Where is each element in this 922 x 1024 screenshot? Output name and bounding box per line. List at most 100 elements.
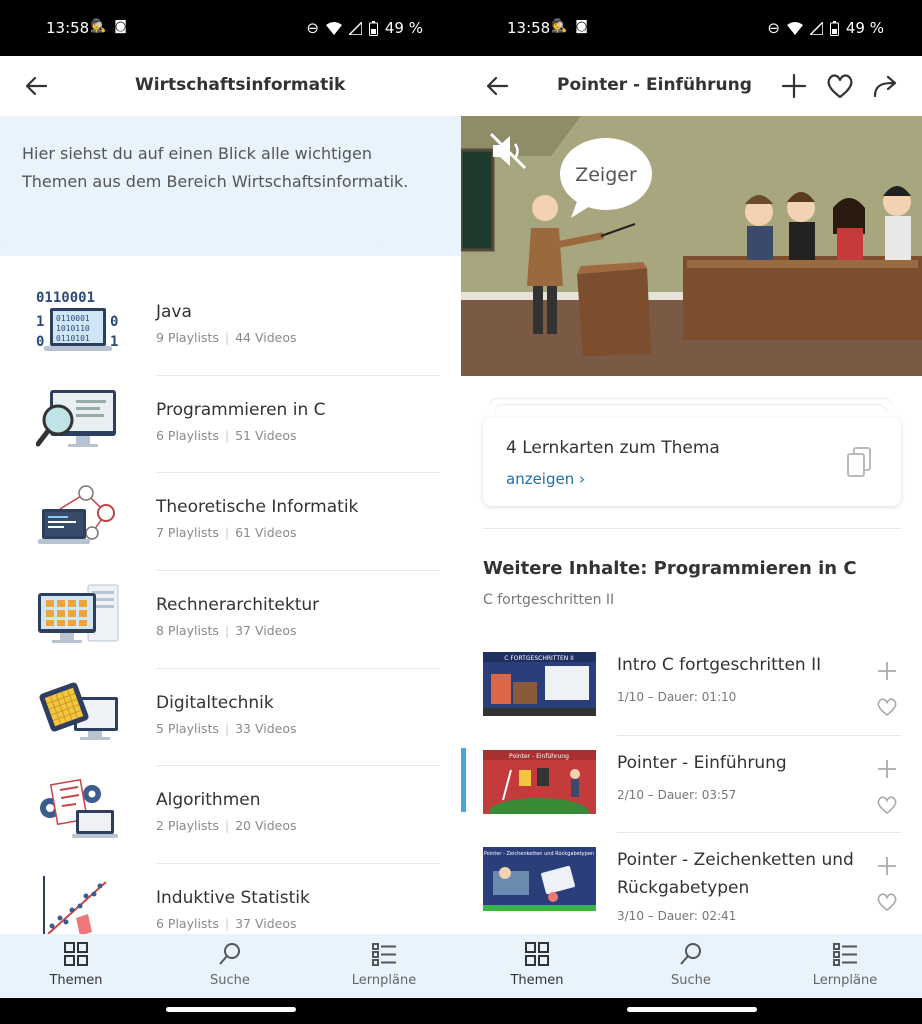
nav-label: Themen [510,973,564,988]
topic-name: Induktive Statistik [156,888,310,909]
incognito-icon: 🕵 [90,19,107,34]
bottom-navigation: Themen Suche Lernpläne [461,934,922,998]
home-indicator[interactable] [166,1007,296,1012]
topic-item-java[interactable]: 0110001 1 0 0 1 0110001 1010110 0110101 … [0,278,461,376]
topic-name: Digitaltechnik [156,692,274,713]
topic-meta: 6 Playlists | 37 Videos [156,916,297,931]
lernkarten-show-link[interactable]: anzeigen › [506,470,585,488]
list-icon [372,943,396,966]
video-title: Pointer - Zeichenketten und Rückgabetype… [617,850,854,898]
topic-item-algorithmen[interactable]: Algorithmen 2 Playlists | 20 Videos [0,766,461,865]
video-thumbnail: Pointer - Einführung [483,749,596,814]
scatter-plot-icon [43,876,107,943]
svg-text:0: 0 [110,314,118,330]
nav-suche[interactable]: Suche [636,940,746,988]
nav-suche[interactable]: Suche [175,940,285,988]
copy-cards-icon [847,447,871,477]
battery-icon [829,20,839,36]
nav-lernplaene[interactable]: Lernpläne [790,940,900,988]
nav-themen[interactable]: Themen [482,940,592,988]
list-icon [833,943,857,966]
meta-separator: | [224,623,230,639]
video-thumbnail: C FORTGESCHRITTEN II [483,652,596,716]
topic-videos: 51 Videos [235,427,297,443]
wave-divider [0,226,461,255]
lernkarten-card[interactable]: 4 Lernkarten zum Thema anzeigen › [483,418,901,506]
meta-separator: | [224,818,230,834]
meta-separator: | [224,525,230,541]
status-right: ⊖ 49 % [767,19,884,37]
thumbnail-caption: Pointer - Einführung [509,753,569,760]
app-notification-icon: ◙ [114,19,127,34]
nav-themen[interactable]: Themen [21,940,131,988]
video-screen: 13:58 🕵 ◙ ⊖ 49 % Pointer - Einführung Ze… [461,0,922,1024]
video-item[interactable]: C FORTGESCHRITTEN II Intro C fortgeschri… [461,638,922,736]
meta-separator: | [224,720,230,736]
grid-icon [525,942,549,966]
topic-meta: 8 Playlists | 37 Videos [156,623,297,638]
heart-icon[interactable] [876,696,898,718]
wifi-icon [786,21,803,35]
add-icon[interactable] [876,660,898,682]
nav-label: Themen [49,973,103,988]
more-content-heading: Weitere Inhalte: Programmieren in C [483,558,857,579]
video-meta: 3/10 – Dauer: 02:41 [617,909,737,923]
incognito-icon: 🕵 [551,19,568,34]
topic-playlists: 5 Playlists [156,720,219,736]
heart-icon[interactable] [825,72,855,100]
topic-item-rechnerarchitektur[interactable]: Rechnerarchitektur 8 Playlists | 37 Videos [0,571,461,669]
gears-laptop-icon [40,779,118,839]
topic-meta: 7 Playlists | 61 Videos [156,525,297,540]
video-title: Intro C fortgeschritten II [617,655,822,675]
video-player[interactable]: Zeiger [461,116,922,376]
grid-icon [64,942,88,966]
video-thumbnail: Pointer - Zeichenketten und Rückgabetype… [483,847,596,911]
battery-percent: 49 % [384,19,423,37]
mute-icon[interactable] [489,132,529,170]
status-app-icons: 🕵 ◙ [551,19,588,34]
status-bar: 13:58 🕵 ◙ ⊖ 49 % [0,0,461,56]
topic-item-theoretische-informatik[interactable]: Theoretische Informatik 7 Playlists | 61 V… [0,473,461,572]
nav-lernplaene[interactable]: Lernpläne [329,940,439,988]
search-icon [219,943,240,965]
heart-icon[interactable] [876,794,898,816]
dnd-icon: ⊖ [767,19,780,37]
topic-videos: 37 Videos [235,623,297,639]
topic-name: Programmieren in C [156,399,326,420]
add-icon[interactable] [876,855,898,877]
share-icon[interactable] [871,72,901,100]
home-indicator[interactable] [627,1007,757,1012]
video-item[interactable]: Pointer - Zeichenketten und Rückgabetype… [461,833,922,931]
topic-meta: 5 Playlists | 33 Videos [156,721,297,736]
status-right: ⊖ 49 % [306,19,423,37]
bottom-navigation: Themen Suche Lernpläne [0,934,461,998]
topic-item-programmieren-in-c[interactable]: Programmieren in C 6 Playlists | 51 Videos [0,376,461,474]
app-bar: Wirtschaftsinformatik [0,56,461,116]
card-stack-shadow [495,404,887,412]
nav-label: Lernpläne [812,973,878,988]
topic-item-digitaltechnik[interactable]: Digitaltechnik 5 Playlists | 33 Videos [0,669,461,767]
svg-text:0110001: 0110001 [36,290,95,306]
heart-icon[interactable] [876,891,898,913]
back-arrow-icon[interactable] [483,72,513,100]
chip-monitor-icon [39,682,118,740]
meta-separator: | [224,916,230,932]
meta-separator: | [224,427,230,443]
video-frame: Zeiger [461,116,922,376]
magnifier-monitor-icon [36,389,116,447]
topic-name: Java [156,302,192,322]
topic-playlists: 6 Playlists [156,916,219,932]
back-arrow-icon[interactable] [22,72,52,100]
add-icon[interactable] [779,72,809,100]
thumbnail-caption: C FORTGESCHRITTEN II [504,655,574,662]
svg-text:0110101: 0110101 [56,334,90,343]
meta-separator: | [224,330,230,345]
divider [483,528,901,529]
page-title: Pointer - Einführung [557,75,752,95]
speech-bubble-text: Zeiger [575,164,637,186]
svg-text:0: 0 [36,334,44,350]
topic-meta: 9 Playlists | 44 Videos [156,330,297,345]
nav-label: Suche [671,973,711,988]
add-icon[interactable] [876,758,898,780]
video-item-active[interactable]: Pointer - Einführung Pointer - Einführun… [461,736,922,833]
